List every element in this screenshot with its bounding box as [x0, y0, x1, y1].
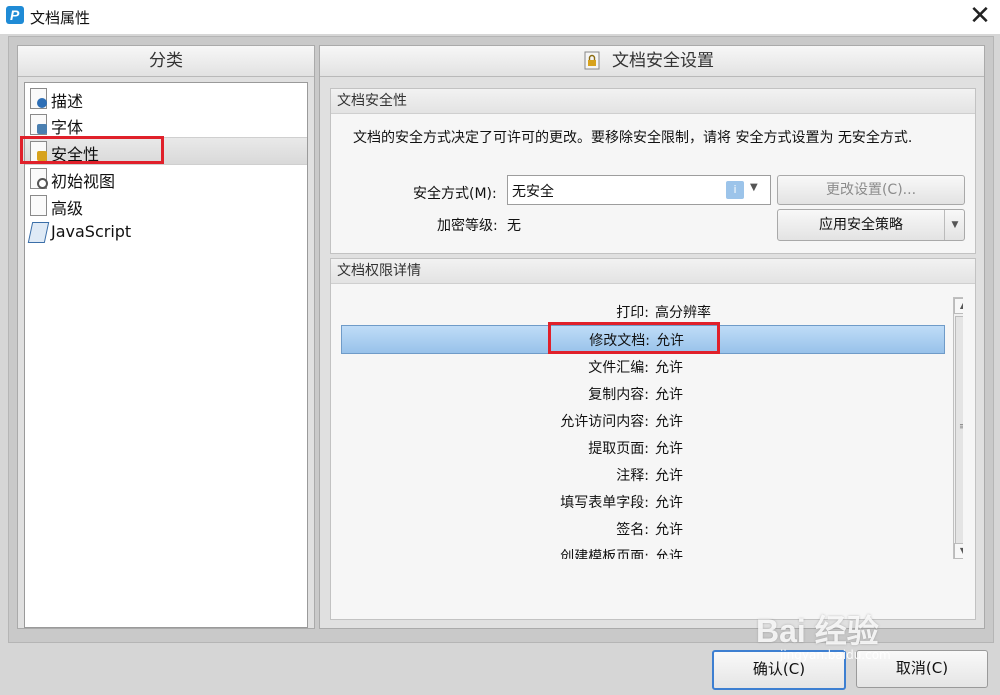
apply-security-policy-label: 应用安全策略 — [819, 217, 903, 233]
lock-icon — [584, 51, 600, 70]
permission-value: 允许 — [655, 360, 683, 376]
category-panel: 分类 描述 字体 安全性 初始视图 高级 JavaScript — [17, 45, 315, 629]
encryption-level-value: 无 — [507, 218, 521, 234]
app-icon: P — [6, 6, 24, 24]
script-scroll-icon — [27, 222, 50, 243]
list-item[interactable]: 复制内容: 允许 — [341, 380, 943, 407]
permission-scrollbar[interactable]: ▲ ≡ ▼ — [953, 297, 963, 559]
list-item[interactable]: 创建模板页面: 允许 — [341, 542, 943, 559]
permission-value: 允许 — [655, 468, 683, 484]
scroll-up-icon[interactable]: ▲ — [954, 298, 963, 314]
tree-item-fonts[interactable]: 字体 — [25, 111, 307, 137]
close-icon[interactable]: ✕ — [960, 0, 1000, 34]
permission-value: 允许 — [655, 387, 683, 403]
permission-details-title: 文档权限详情 — [331, 259, 975, 284]
security-method-label: 安全方式(M): — [413, 186, 497, 202]
info-document-icon — [30, 88, 47, 109]
encryption-level-label: 加密等级: — [437, 218, 498, 234]
baidu-watermark: Bai 经验 — [756, 613, 879, 649]
tree-item-javascript[interactable]: JavaScript — [25, 219, 307, 245]
permission-value: 允许 — [655, 495, 683, 511]
permission-key: 创建模板页面: — [560, 549, 649, 559]
permission-details-group: 文档权限详情 打印: 高分辨率 修改文档: 允许 文件汇编: 允许 复制内容: 允许 允… — [330, 258, 976, 620]
tree-item-advanced[interactable]: 高级 — [25, 192, 307, 218]
title-bar: P 文档属性 ✕ — [0, 0, 1000, 34]
scroll-down-icon[interactable]: ▼ — [954, 543, 963, 559]
list-item[interactable]: 文件汇编: 允许 — [341, 353, 943, 380]
window-title: 文档属性 — [30, 9, 91, 27]
tree-item-description[interactable]: 描述 — [25, 85, 307, 111]
permission-value: 允许 — [655, 522, 683, 538]
dialog-body: 分类 描述 字体 安全性 初始视图 高级 JavaScript 文档安全设置 文… — [8, 36, 994, 643]
security-settings-title: 文档安全设置 — [612, 51, 714, 71]
app-icon-letter: P — [10, 7, 20, 23]
tree-item-label: 字体 — [51, 118, 84, 137]
permission-value: 高分辨率 — [655, 305, 711, 321]
permission-value: 允许 — [655, 549, 683, 559]
document-security-group: 文档安全性 文档的安全方式决定了可许可的更改。要移除安全限制，请将 安全方式设置… — [330, 88, 976, 254]
document-icon — [30, 195, 47, 216]
chevron-down-icon[interactable]: ▼ — [750, 182, 758, 193]
chevron-down-icon[interactable]: ▼ — [944, 210, 965, 240]
permission-key: 签名: — [616, 522, 649, 538]
permission-key: 填写表单字段: — [560, 495, 649, 511]
list-item[interactable]: 打印: 高分辨率 — [341, 298, 943, 325]
permission-key: 打印: — [616, 305, 649, 321]
magnifier-document-icon — [30, 168, 48, 189]
security-method-value: 无安全 — [512, 184, 554, 200]
permission-key: 复制内容: — [588, 387, 649, 403]
tree-item-label: JavaScript — [51, 222, 132, 241]
list-item[interactable]: 签名: 允许 — [341, 515, 943, 542]
security-method-dropdown[interactable]: 无安全 i ▼ — [507, 175, 771, 205]
list-item[interactable]: 注释: 允许 — [341, 461, 943, 488]
tree-item-initial-view[interactable]: 初始视图 — [25, 165, 307, 191]
permission-value: 允许 — [655, 414, 683, 430]
list-item[interactable]: 提取页面: 允许 — [341, 434, 943, 461]
highlight-box-security — [20, 136, 164, 164]
font-document-icon — [30, 114, 47, 135]
tree-item-label: 初始视图 — [51, 172, 116, 191]
security-description: 文档的安全方式决定了可许可的更改。要移除安全限制，请将 安全方式设置为 无安全方… — [353, 130, 913, 146]
list-item[interactable]: 允许访问内容: 允许 — [341, 407, 943, 434]
security-settings-header: 文档安全设置 — [320, 46, 984, 77]
permission-key: 允许访问内容: — [560, 414, 649, 430]
permission-key: 提取页面: — [588, 441, 649, 457]
document-security-title: 文档安全性 — [331, 89, 975, 114]
apply-security-policy-button[interactable]: 应用安全策略 ▼ — [777, 209, 965, 241]
scroll-thumb[interactable]: ≡ — [955, 316, 963, 544]
tree-item-label: 高级 — [51, 199, 84, 218]
permission-value: 允许 — [655, 441, 683, 457]
permission-key: 文件汇编: — [588, 360, 649, 376]
change-settings-button[interactable]: 更改设置(C)... — [777, 175, 965, 205]
list-item[interactable]: 填写表单字段: 允许 — [341, 488, 943, 515]
category-header: 分类 — [18, 46, 314, 77]
tree-item-label: 描述 — [51, 92, 84, 111]
highlight-box-modify-document — [548, 322, 720, 354]
baidu-watermark-url: jingyan.baidu.com — [780, 648, 891, 662]
permission-key: 注释: — [616, 468, 649, 484]
info-icon: i — [726, 181, 744, 199]
